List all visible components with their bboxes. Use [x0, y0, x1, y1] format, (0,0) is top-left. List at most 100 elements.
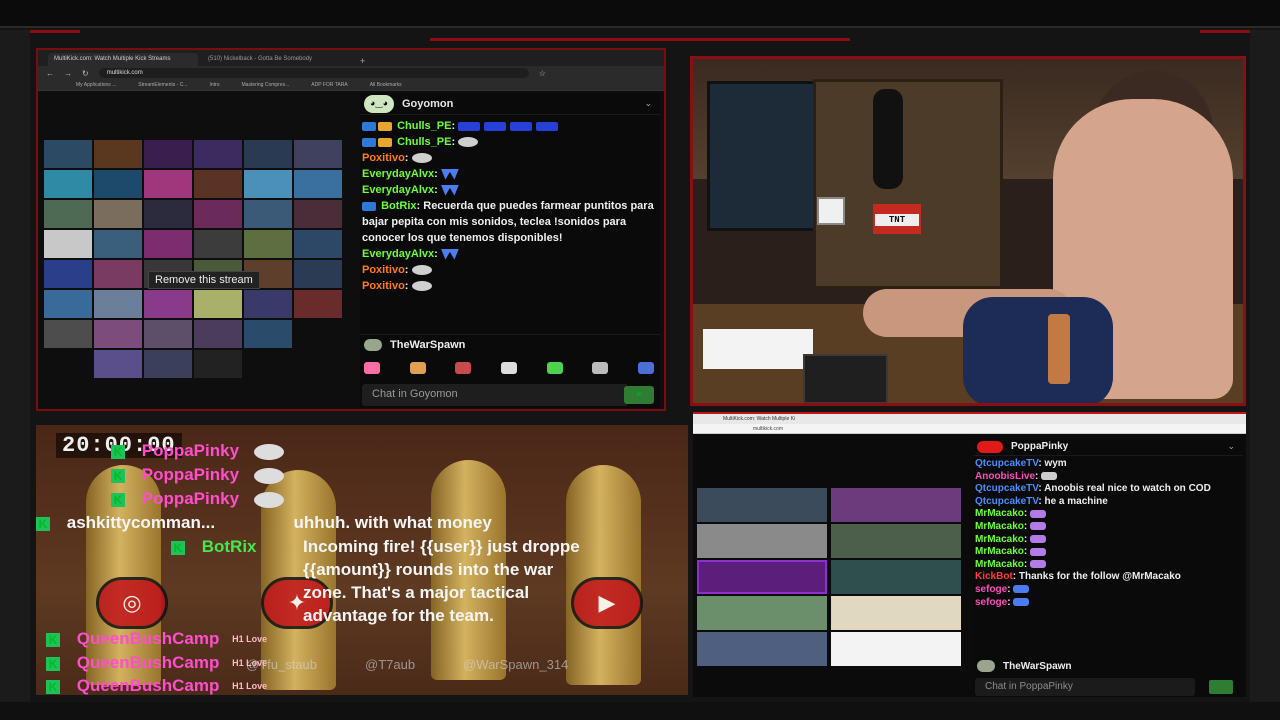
bookmark-item[interactable]: StreamElements - C...: [138, 82, 187, 88]
stream-thumbnail[interactable]: [44, 170, 92, 198]
url-input[interactable]: multikick.com: [753, 426, 783, 432]
bookmark-item[interactable]: Mastering Compres...: [242, 82, 290, 88]
stream-thumbnail[interactable]: [244, 170, 292, 198]
stream-thumbnail[interactable]: [831, 524, 961, 558]
chat-username[interactable]: MrMacako: [975, 508, 1024, 519]
stream-thumbnail[interactable]: [94, 170, 142, 198]
browser-tab-multikick[interactable]: MultiKick.com: Watch Multiple Kick Strea…: [48, 53, 198, 66]
stream-thumbnail[interactable]: [294, 260, 342, 288]
chat-username[interactable]: sefoge: [975, 597, 1007, 608]
stream-thumbnail[interactable]: [294, 200, 342, 228]
emote-icon[interactable]: [637, 362, 654, 374]
bookmark-item[interactable]: Intro: [209, 82, 219, 88]
browser-tab-multikick[interactable]: MultiKick.com: Watch Multiple Ki: [723, 416, 853, 422]
browser-tab-youtube[interactable]: (510) Nickelback - Gotta Be Somebody: [202, 53, 352, 66]
stream-thumbnail[interactable]: [44, 140, 92, 168]
stream-thumbnail[interactable]: [194, 230, 242, 258]
stream-thumbnail[interactable]: [144, 140, 192, 168]
stream-thumbnail[interactable]: [294, 230, 342, 258]
chat-username[interactable]: EverydayAlvx: [362, 248, 434, 260]
stream-thumbnail[interactable]: [194, 320, 242, 348]
stream-thumbnail[interactable]: [244, 290, 292, 318]
stream-thumbnail[interactable]: [831, 596, 961, 630]
chat-username[interactable]: AnoobisLive: [975, 471, 1035, 482]
plus-icon[interactable]: +: [356, 56, 369, 66]
chat-username[interactable]: MrMacako: [975, 534, 1024, 545]
stream-thumbnail[interactable]: [94, 320, 142, 348]
chat-username[interactable]: EverydayAlvx: [362, 168, 434, 180]
chat-username[interactable]: Poxitivo: [362, 280, 405, 292]
chat-username[interactable]: KickBot: [975, 571, 1013, 582]
chat-username[interactable]: QtcupcakeTV: [975, 496, 1038, 507]
stream-thumbnail[interactable]: [194, 290, 242, 318]
stream-thumbnail[interactable]: [244, 140, 292, 168]
stream-thumbnail[interactable]: [44, 230, 92, 258]
stream-thumbnail[interactable]: [94, 200, 142, 228]
back-arrow-icon[interactable]: ←: [46, 69, 54, 78]
stream-thumbnail[interactable]: [697, 524, 827, 558]
stream-thumbnail[interactable]: [697, 596, 827, 630]
stream-thumbnail[interactable]: [831, 632, 961, 666]
stream-thumbnail[interactable]: [44, 320, 92, 348]
chat-username[interactable]: Poxitivo: [362, 152, 405, 164]
emote-icon[interactable]: [592, 362, 609, 374]
stream-thumbnail[interactable]: [144, 230, 192, 258]
stream-thumbnail[interactable]: [94, 290, 142, 318]
url-input[interactable]: multikick.com: [98, 68, 529, 78]
stream-thumbnail[interactable]: [294, 170, 342, 198]
stream-thumbnail[interactable]: [697, 488, 827, 522]
chat-username[interactable]: Poxitivo: [362, 264, 405, 276]
chat-username[interactable]: QtcupcakeTV: [975, 483, 1038, 494]
stream-thumbnail[interactable]: [294, 290, 342, 318]
emote-icon[interactable]: [364, 362, 380, 374]
stream-thumbnail[interactable]: [244, 200, 292, 228]
emote-icon[interactable]: [546, 362, 563, 374]
reload-icon[interactable]: ↻: [82, 69, 89, 78]
stream-thumbnail[interactable]: [44, 200, 92, 228]
stream-thumbnail[interactable]: [194, 200, 242, 228]
stream-thumbnail[interactable]: [831, 560, 961, 594]
stream-thumbnail[interactable]: [144, 350, 192, 378]
stream-thumbnail[interactable]: [144, 170, 192, 198]
stream-thumbnail[interactable]: [94, 230, 142, 258]
chat-input[interactable]: Chat in Goyomon: [362, 384, 628, 406]
emote-icon[interactable]: [500, 362, 517, 374]
stream-thumbnail[interactable]: [44, 290, 92, 318]
chat-username[interactable]: EverydayAlvx: [362, 184, 434, 196]
chat-username[interactable]: QtcupcakeTV: [975, 458, 1038, 469]
stream-thumbnail[interactable]: [831, 488, 961, 522]
stream-thumbnail[interactable]: [294, 140, 342, 168]
stream-thumbnail[interactable]: [144, 320, 192, 348]
stream-thumbnail[interactable]: [94, 260, 142, 288]
chat-username[interactable]: sefoge: [975, 584, 1007, 595]
chat-username[interactable]: MrMacako: [975, 559, 1024, 570]
stream-thumbnail[interactable]: [144, 200, 192, 228]
send-button[interactable]: [1209, 680, 1233, 694]
stream-thumbnail[interactable]: [194, 170, 242, 198]
chat-username[interactable]: MrMacako: [975, 521, 1024, 532]
stream-thumbnail[interactable]: [244, 230, 292, 258]
stream-thumbnail[interactable]: [94, 140, 142, 168]
bookmark-item[interactable]: My Applications ...: [76, 82, 116, 88]
stream-thumbnail[interactable]: [194, 350, 242, 378]
star-icon[interactable]: ☆: [539, 69, 546, 78]
bookmark-all[interactable]: All Bookmarks: [370, 82, 402, 88]
stream-thumbnail[interactable]: [244, 320, 292, 348]
send-button[interactable]: ➤: [624, 386, 654, 404]
emote-icon[interactable]: [409, 362, 426, 374]
stream-thumbnail[interactable]: [697, 560, 827, 594]
chat-username[interactable]: MrMacako: [975, 546, 1024, 557]
stream-thumbnail[interactable]: [144, 290, 192, 318]
chevron-down-icon[interactable]: ⌄: [644, 98, 660, 109]
chevron-down-icon[interactable]: ⌄: [1227, 441, 1243, 452]
stream-thumbnail[interactable]: [697, 632, 827, 666]
chat-username[interactable]: Chulls_PE: [397, 120, 451, 132]
forward-arrow-icon[interactable]: →: [64, 69, 72, 78]
emote-icon[interactable]: [455, 362, 472, 374]
chat-username[interactable]: Chulls_PE: [397, 136, 451, 148]
stream-thumbnail[interactable]: [94, 350, 142, 378]
stream-thumbnail[interactable]: [44, 260, 92, 288]
stream-thumbnail[interactable]: [194, 140, 242, 168]
bookmark-item[interactable]: ADP FOR TARA: [311, 82, 347, 88]
chat-username[interactable]: BotRix: [381, 200, 416, 212]
